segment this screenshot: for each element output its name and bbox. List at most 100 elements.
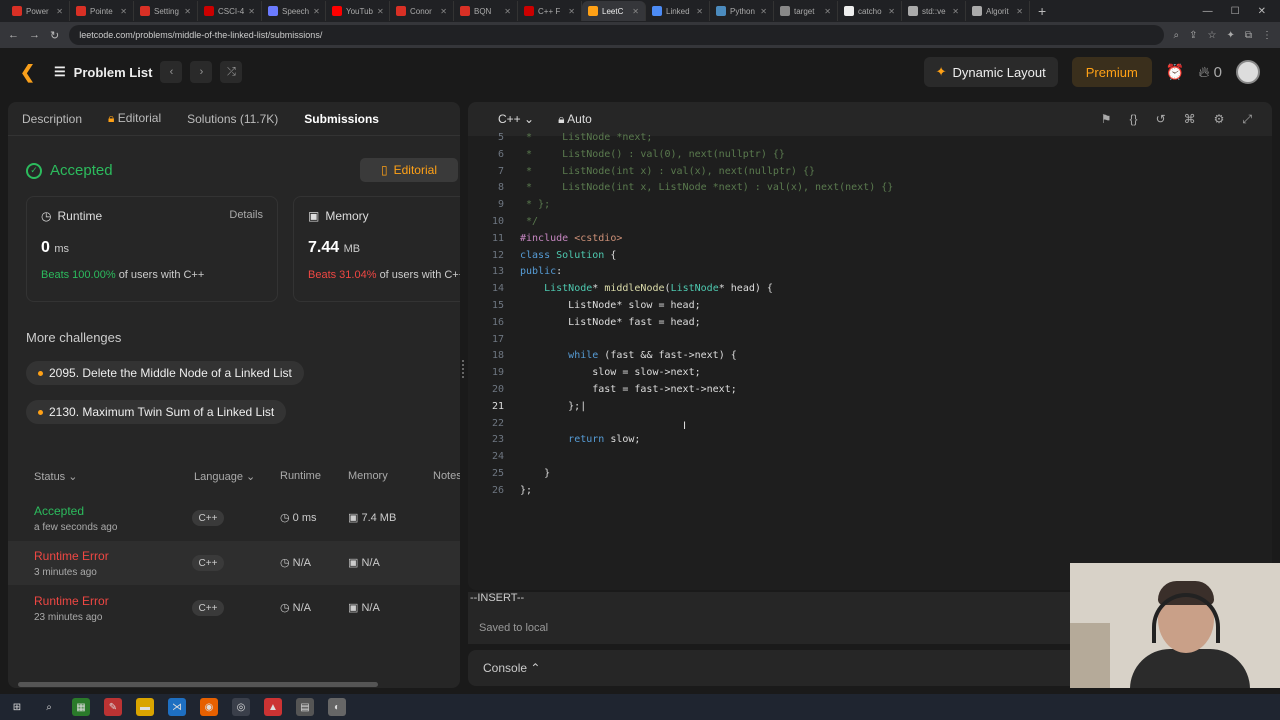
code-line[interactable]: 5 * ListNode *next;: [468, 132, 1272, 149]
table-row[interactable]: Runtime Error 3 minutes ago C++ ◷ N/A ▣ N/A: [8, 541, 460, 585]
close-tab-icon[interactable]: ✕: [504, 7, 511, 16]
browser-tab[interactable]: C++ F ✕: [518, 1, 582, 21]
browser-tab[interactable]: Conor ✕: [390, 1, 454, 21]
close-tab-icon[interactable]: ✕: [696, 7, 703, 16]
alarm-clock-icon[interactable]: ⏰: [1166, 63, 1185, 81]
windows-start-icon[interactable]: ⊞: [8, 698, 26, 716]
app-icon[interactable]: ✎: [104, 698, 122, 716]
code-line[interactable]: 12 class Solution {: [468, 250, 1272, 267]
tab-solutions[interactable]: Solutions (11.7K): [187, 112, 278, 126]
code-line[interactable]: 7 * ListNode(int x) : val(x), next(nullp…: [468, 166, 1272, 183]
runtime-card[interactable]: ◷ Runtime Details 0 ms Beats 100.00% of u…: [26, 196, 278, 302]
browser-tab[interactable]: catcho ✕: [838, 1, 902, 21]
bookmark-star-icon[interactable]: ☆: [1208, 30, 1217, 41]
streak-flame-icon[interactable]: 🔥︎ 0: [1198, 64, 1222, 81]
close-tab-icon[interactable]: ✕: [248, 7, 255, 16]
extension-icon[interactable]: ✦: [1226, 30, 1234, 41]
reset-icon[interactable]: ↺: [1156, 112, 1166, 127]
menu-dots-icon[interactable]: ⋮: [1262, 30, 1272, 41]
language-column-header[interactable]: Language ⌄: [194, 470, 255, 483]
problem-list-button[interactable]: ☰ Problem List: [54, 64, 152, 80]
memory-card[interactable]: ▣ Memory 7.44 MB Beats 31.04% of users wi…: [293, 196, 460, 302]
close-tab-icon[interactable]: ✕: [120, 7, 127, 16]
close-tab-icon[interactable]: ✕: [1016, 7, 1023, 16]
new-tab-button[interactable]: +: [1038, 3, 1046, 19]
submission-status[interactable]: Runtime Error: [34, 549, 109, 563]
code-line[interactable]: 15 ListNode* slow = head;: [468, 300, 1272, 317]
table-row[interactable]: Runtime Error 23 minutes ago C++ ◷ N/A ▣ N/A: [8, 586, 460, 630]
code-line[interactable]: 23 return slow;: [468, 434, 1272, 451]
bookmark-icon[interactable]: ⚑: [1101, 112, 1112, 127]
challenge-link[interactable]: 2130. Maximum Twin Sum of a Linked List: [26, 400, 287, 424]
auto-mode[interactable]: 🔒︎ Auto: [558, 112, 592, 127]
back-icon[interactable]: ←: [8, 29, 19, 41]
status-column-header[interactable]: Status ⌄: [34, 470, 77, 483]
code-line[interactable]: 21 };|: [468, 401, 1272, 418]
code-line[interactable]: 10 */: [468, 216, 1272, 233]
prev-problem-button[interactable]: ‹: [160, 61, 183, 83]
browser-tab[interactable]: Setting ✕: [134, 1, 198, 21]
brave-icon[interactable]: ▲: [264, 698, 282, 716]
minimize-icon[interactable]: —: [1203, 6, 1213, 17]
settings-icon[interactable]: ⚙: [1214, 112, 1225, 127]
avatar[interactable]: [1236, 60, 1260, 84]
code-line[interactable]: 16 ListNode* fast = head;: [468, 317, 1272, 334]
browser-tab[interactable]: std::ve ✕: [902, 1, 966, 21]
horizontal-scrollbar[interactable]: [18, 682, 378, 687]
browser-tab[interactable]: YouTub ✕: [326, 1, 390, 21]
next-problem-button[interactable]: ›: [190, 61, 213, 83]
close-tab-icon[interactable]: ✕: [760, 7, 767, 16]
code-line[interactable]: 25 }: [468, 468, 1272, 485]
fullscreen-icon[interactable]: ⤢: [1242, 112, 1252, 127]
code-line[interactable]: 14 ListNode* middleNode(ListNode* head) …: [468, 283, 1272, 300]
browser-tab[interactable]: CSCI-4 ✕: [198, 1, 262, 21]
dynamic-layout-button[interactable]: ✦ Dynamic Layout: [923, 57, 1058, 87]
shortcut-icon[interactable]: ⌘: [1184, 112, 1196, 127]
close-tab-icon[interactable]: ✕: [952, 7, 959, 16]
share-icon[interactable]: ⇪: [1189, 30, 1197, 41]
code-line[interactable]: 8 * ListNode(int x, ListNode *next) : va…: [468, 182, 1272, 199]
chrome-icon[interactable]: ◎: [232, 698, 250, 716]
code-line[interactable]: 19 slow = slow->next;: [468, 367, 1272, 384]
submission-status[interactable]: Runtime Error: [34, 594, 109, 608]
file-explorer-icon[interactable]: ▬: [136, 698, 154, 716]
reload-icon[interactable]: ↻: [50, 29, 59, 42]
code-line[interactable]: 11 #include <cstdio>: [468, 233, 1272, 250]
browser-tab[interactable]: Algorit ✕: [966, 1, 1030, 21]
details-link[interactable]: Details: [229, 209, 263, 221]
submission-status[interactable]: Accepted: [34, 504, 84, 518]
close-tab-icon[interactable]: ✕: [568, 7, 575, 16]
panel-resize-handle[interactable]: [462, 360, 465, 378]
close-tab-icon[interactable]: ✕: [184, 7, 191, 16]
code-line[interactable]: 6 * ListNode() : val(0), next(nullptr) {…: [468, 149, 1272, 166]
close-tab-icon[interactable]: ✕: [632, 7, 639, 16]
close-tab-icon[interactable]: ✕: [888, 7, 895, 16]
language-select[interactable]: C++ ⌄: [498, 112, 534, 126]
browser-tab[interactable]: BQN ✕: [454, 1, 518, 21]
premium-button[interactable]: Premium: [1071, 57, 1152, 87]
browser-tab[interactable]: Power ✕: [6, 1, 70, 21]
code-line[interactable]: 24: [468, 451, 1272, 468]
close-icon[interactable]: ✕: [1258, 6, 1266, 17]
maximize-icon[interactable]: ☐: [1231, 6, 1240, 17]
tab-description[interactable]: Description: [22, 112, 82, 126]
editorial-button[interactable]: ▯ Editorial: [360, 158, 458, 182]
code-line[interactable]: 26};: [468, 485, 1272, 502]
browser-tab[interactable]: Python ✕: [710, 1, 774, 21]
braces-icon[interactable]: {}: [1130, 112, 1138, 127]
browser-tab[interactable]: LeetC ✕: [582, 1, 646, 21]
zoom-icon[interactable]: ⌕: [1174, 30, 1180, 41]
close-tab-icon[interactable]: ✕: [313, 7, 320, 16]
close-tab-icon[interactable]: ✕: [440, 7, 447, 16]
code-line[interactable]: 13 public:: [468, 266, 1272, 283]
browser-tab[interactable]: Linked ✕: [646, 1, 710, 21]
browser-tab[interactable]: Speech ✕: [262, 1, 326, 21]
challenge-link[interactable]: 2095. Delete the Middle Node of a Linked…: [26, 361, 304, 385]
tab-editorial[interactable]: 🔒︎ Editorial: [108, 111, 161, 126]
table-row[interactable]: Accepted a few seconds ago C++ ◷ 0 ms ▣ 7.4 …: [8, 496, 460, 540]
close-tab-icon[interactable]: ✕: [56, 7, 63, 16]
forward-icon[interactable]: →: [29, 29, 40, 41]
code-line[interactable]: 18 while (fast && fast->next) {: [468, 350, 1272, 367]
code-line[interactable]: 22: [468, 418, 1272, 435]
browser-tab[interactable]: target ✕: [774, 1, 838, 21]
